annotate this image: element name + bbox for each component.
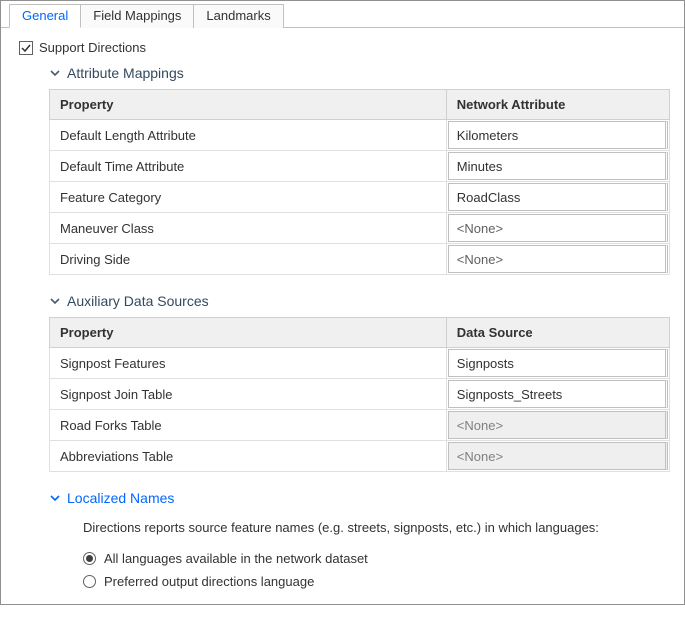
section-attribute-mappings: Attribute Mappings Property Network Attr… — [15, 65, 670, 275]
table-row: Abbreviations Table <None> — [50, 441, 670, 472]
content-panel: Support Directions Attribute Mappings Pr… — [1, 28, 684, 621]
support-directions-row: Support Directions — [15, 38, 670, 65]
support-directions-label: Support Directions — [39, 40, 146, 55]
col-property: Property — [50, 318, 447, 348]
prop-label: Driving Side — [50, 244, 447, 275]
tab-general[interactable]: General — [9, 4, 81, 28]
prop-label: Default Length Attribute — [50, 120, 447, 151]
aux-combo-abbreviations[interactable]: <None> — [448, 442, 668, 470]
radio-all-languages-label: All languages available in the network d… — [104, 551, 368, 566]
prop-label: Road Forks Table — [50, 410, 447, 441]
prop-label: Signpost Features — [50, 348, 447, 379]
radio-row-all-languages[interactable]: All languages available in the network d… — [49, 547, 670, 570]
table-row: Road Forks Table <None> — [50, 410, 670, 441]
auxiliary-data-sources-header[interactable]: Auxiliary Data Sources — [49, 293, 670, 309]
table-row: Default Length Attribute Kilometers — [50, 120, 670, 151]
prop-label: Feature Category — [50, 182, 447, 213]
attr-combo-length[interactable]: Kilometers — [448, 121, 668, 149]
attr-combo-maneuver-class[interactable]: <None> — [448, 214, 668, 242]
chevron-down-icon — [49, 67, 61, 79]
section-localized-names: Localized Names Directions reports sourc… — [15, 490, 670, 593]
attr-combo-driving-side[interactable]: <None> — [448, 245, 668, 273]
auxiliary-data-sources-table: Property Data Source Signpost Features S… — [49, 317, 670, 472]
tab-bar: General Field Mappings Landmarks — [1, 1, 684, 28]
tab-landmarks[interactable]: Landmarks — [193, 4, 283, 28]
col-data-source: Data Source — [446, 318, 669, 348]
aux-combo-signpost-features[interactable]: Signposts — [448, 349, 668, 377]
support-directions-checkbox[interactable] — [19, 41, 33, 55]
radio-row-preferred-language[interactable]: Preferred output directions language — [49, 570, 670, 593]
attr-combo-feature-category[interactable]: RoadClass — [448, 183, 668, 211]
aux-combo-signpost-join-table[interactable]: Signposts_Streets — [448, 380, 668, 408]
prop-label: Abbreviations Table — [50, 441, 447, 472]
col-network-attribute: Network Attribute — [446, 90, 669, 120]
auxiliary-data-sources-title: Auxiliary Data Sources — [67, 293, 209, 309]
radio-preferred-language[interactable] — [83, 575, 96, 588]
attribute-mappings-table: Property Network Attribute Default Lengt… — [49, 89, 670, 275]
col-property: Property — [50, 90, 447, 120]
table-row: Default Time Attribute Minutes — [50, 151, 670, 182]
chevron-down-icon — [49, 492, 61, 504]
section-auxiliary-data-sources: Auxiliary Data Sources Property Data Sou… — [15, 293, 670, 472]
table-row: Driving Side <None> — [50, 244, 670, 275]
radio-all-languages[interactable] — [83, 552, 96, 565]
attribute-mappings-title: Attribute Mappings — [67, 65, 184, 81]
table-row: Signpost Join Table Signposts_Streets — [50, 379, 670, 410]
localized-names-title: Localized Names — [67, 490, 174, 506]
localized-names-header[interactable]: Localized Names — [49, 490, 670, 506]
radio-preferred-language-label: Preferred output directions language — [104, 574, 314, 589]
prop-label: Signpost Join Table — [50, 379, 447, 410]
table-row: Signpost Features Signposts — [50, 348, 670, 379]
chevron-down-icon — [49, 295, 61, 307]
attr-combo-time[interactable]: Minutes — [448, 152, 668, 180]
prop-label: Maneuver Class — [50, 213, 447, 244]
tab-field-mappings[interactable]: Field Mappings — [80, 4, 194, 28]
prop-label: Default Time Attribute — [50, 151, 447, 182]
table-row: Maneuver Class <None> — [50, 213, 670, 244]
table-row: Feature Category RoadClass — [50, 182, 670, 213]
aux-combo-road-forks[interactable]: <None> — [448, 411, 668, 439]
attribute-mappings-header[interactable]: Attribute Mappings — [49, 65, 670, 81]
localized-names-description: Directions reports source feature names … — [49, 514, 670, 547]
